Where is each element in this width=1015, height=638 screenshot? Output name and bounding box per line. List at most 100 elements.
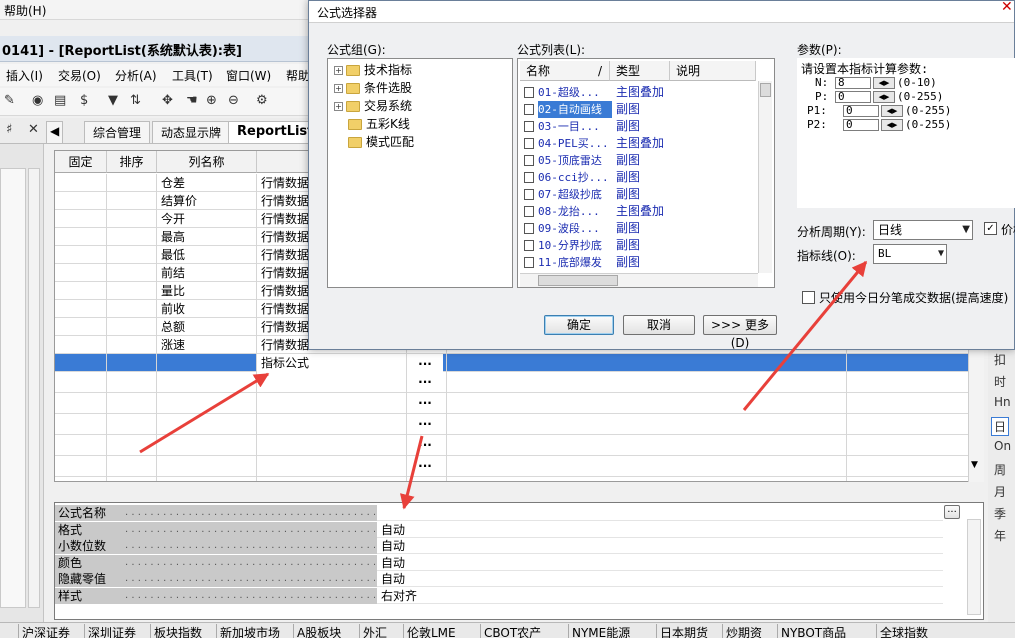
document-icon[interactable]: ▤ xyxy=(54,93,66,108)
expand-icon[interactable]: + xyxy=(334,102,343,111)
tree-item-group[interactable]: + 条件选股 xyxy=(334,79,412,97)
zoom-out-icon[interactable]: ⊖ xyxy=(228,93,239,108)
today-only-checkbox[interactable] xyxy=(802,291,815,304)
row-ellipsis-button[interactable]: ... xyxy=(407,354,443,372)
row-ellipsis-button[interactable]: ... xyxy=(407,393,443,411)
play-circle-icon[interactable]: ◉ xyxy=(32,93,43,108)
menu-analysis[interactable]: 分析(A) xyxy=(115,67,157,84)
menu-help[interactable]: 帮助(H) xyxy=(4,2,46,19)
header-column-name[interactable]: 列名称 xyxy=(157,151,257,173)
more-button[interactable]: >>> 更多(D) xyxy=(703,315,777,350)
property-value[interactable]: 右对齐 xyxy=(379,588,417,604)
formula-list-item[interactable]: 06-cci抄... 副图 xyxy=(522,169,758,186)
table-row[interactable]: ... xyxy=(55,393,983,414)
property-row[interactable]: 隐藏零值 . . . . . . . . . . . . . . . . . .… xyxy=(55,571,943,587)
property-value[interactable]: 自动 xyxy=(379,571,405,587)
filter-icon[interactable]: ▼ xyxy=(108,93,118,108)
row-ellipsis-button[interactable]: ... xyxy=(407,435,443,453)
list-header-name[interactable]: 名称 / xyxy=(520,61,610,81)
menu-tools[interactable]: 工具(T) xyxy=(172,67,213,84)
formula-list-item[interactable]: 03-一目... 副图 xyxy=(522,118,758,135)
menu-trade[interactable]: 交易(O) xyxy=(58,67,101,84)
chart-icon[interactable]: ⇅ xyxy=(130,93,141,108)
market-tab[interactable]: 沪深证券 xyxy=(18,624,70,638)
market-tab[interactable]: NYBOT商品 xyxy=(777,624,846,638)
table-row[interactable]: ... xyxy=(55,414,983,435)
param-spinner[interactable]: ◀▶ xyxy=(881,105,903,117)
formula-list-item[interactable]: 11-底部爆发 副图 xyxy=(522,254,758,271)
expand-icon[interactable]: + xyxy=(334,66,343,75)
formula-list-item[interactable]: 10-分界抄底 副图 xyxy=(522,237,758,254)
menu-window[interactable]: 窗口(W) xyxy=(226,67,271,84)
market-tab[interactable]: A股板块 xyxy=(293,624,341,638)
expand-icon[interactable]: + xyxy=(334,84,343,93)
tree-item-group[interactable]: 模式匹配 xyxy=(348,133,414,151)
row-ellipsis-button[interactable]: ... xyxy=(407,477,443,481)
tree-item-group[interactable]: 五彩K线 xyxy=(348,115,410,133)
param-input[interactable]: 0 xyxy=(843,105,879,117)
param-spinner[interactable]: ◀▶ xyxy=(873,77,895,89)
table-row[interactable]: ... xyxy=(55,456,983,477)
property-row[interactable]: 颜色 . . . . . . . . . . . . . . . . . . .… xyxy=(55,554,943,571)
period-button[interactable]: 时 xyxy=(994,373,1006,390)
market-tab[interactable]: 板块指数 xyxy=(150,624,202,638)
row-ellipsis-button[interactable]: ... xyxy=(407,414,443,432)
period-button[interactable]: On xyxy=(994,439,1011,453)
scroll-down-icon[interactable]: ▼ xyxy=(971,460,978,470)
zoom-in-icon[interactable]: ⊕ xyxy=(206,93,217,108)
property-value[interactable]: 自动 xyxy=(379,522,405,538)
row-ellipsis-button[interactable]: ... xyxy=(407,372,443,390)
pin-icon[interactable]: ♯ xyxy=(6,122,12,137)
dialog-close-icon[interactable]: ✕ xyxy=(1001,0,1013,15)
formula-list-item[interactable]: 04-PEL买... 主图叠加 xyxy=(522,135,758,152)
header-sort[interactable]: 排序 xyxy=(107,151,157,173)
move-icon[interactable]: ✥ xyxy=(162,93,173,108)
dollar-icon[interactable]: $ xyxy=(80,93,88,108)
property-row[interactable]: 公式名称 . . . . . . . . . . . . . . . . . .… xyxy=(55,505,943,521)
edit-icon[interactable]: ✎ xyxy=(4,93,15,108)
market-tab[interactable]: 全球指数 xyxy=(876,624,928,638)
formula-list-item[interactable]: 01-超级... 主图叠加 xyxy=(522,84,758,101)
tree-item-group[interactable]: + 技术指标 xyxy=(334,61,412,79)
table-row[interactable]: ... xyxy=(55,477,983,481)
period-button[interactable]: 年 xyxy=(994,527,1006,544)
period-button[interactable]: 日 xyxy=(991,417,1010,436)
indicator-line-select[interactable]: BL ▼ xyxy=(873,244,947,264)
tab-scroll-left[interactable]: ◀ xyxy=(46,121,64,143)
market-tab[interactable]: NYME能源 xyxy=(568,624,630,638)
market-tab[interactable]: 炒期资 xyxy=(722,624,762,638)
table-row[interactable]: ... xyxy=(55,372,983,393)
formula-list-item[interactable]: 02-自动画线 副图 xyxy=(522,101,758,118)
menu-help-2[interactable]: 帮助 xyxy=(286,67,310,84)
property-scrollbar[interactable] xyxy=(967,519,981,615)
period-button[interactable]: 季 xyxy=(994,505,1006,522)
period-button[interactable]: Hn xyxy=(994,395,1011,409)
property-row[interactable]: 小数位数 . . . . . . . . . . . . . . . . . .… xyxy=(55,538,943,554)
market-tab[interactable]: 日本期货 xyxy=(656,624,708,638)
ok-button[interactable]: 确定 xyxy=(544,315,614,335)
period-button[interactable]: 周 xyxy=(994,461,1006,478)
param-input[interactable]: 0 xyxy=(843,119,879,131)
market-tab[interactable]: 新加坡市场 xyxy=(216,624,280,638)
formula-list-item[interactable]: 09-波段... 副图 xyxy=(522,220,758,237)
tree-item-group[interactable]: + 交易系统 xyxy=(334,97,412,115)
list-header-desc[interactable]: 说明 xyxy=(670,61,756,81)
formula-list-hscroll[interactable] xyxy=(520,273,758,287)
param-spinner[interactable]: ◀▶ xyxy=(881,119,903,131)
list-header-type[interactable]: 类型 xyxy=(610,61,670,81)
property-value[interactable]: 自动 xyxy=(379,555,405,571)
formula-list-item[interactable]: 05-顶底雷达 副图 xyxy=(522,152,758,169)
tab-dynamic-board[interactable]: 动态显示牌 xyxy=(152,121,231,143)
formula-list-item[interactable]: 08-龙抬... 主图叠加 xyxy=(522,203,758,220)
market-tab[interactable]: 深圳证券 xyxy=(84,624,136,638)
table-row-selected[interactable]: 指标公式... xyxy=(55,354,983,372)
close-icon[interactable]: ✕ xyxy=(28,122,39,137)
period-button[interactable]: 扣 xyxy=(994,351,1006,368)
gear-icon[interactable]: ⚙ xyxy=(256,93,268,108)
menu-insert[interactable]: 插入(I) xyxy=(6,67,43,84)
market-tab[interactable]: CBOT农产 xyxy=(480,624,541,638)
cancel-button[interactable]: 取消 xyxy=(623,315,695,335)
param-input[interactable]: 0 xyxy=(835,91,871,103)
header-fixed[interactable]: 固定 xyxy=(55,151,107,173)
param-input[interactable]: 8 xyxy=(835,77,871,89)
